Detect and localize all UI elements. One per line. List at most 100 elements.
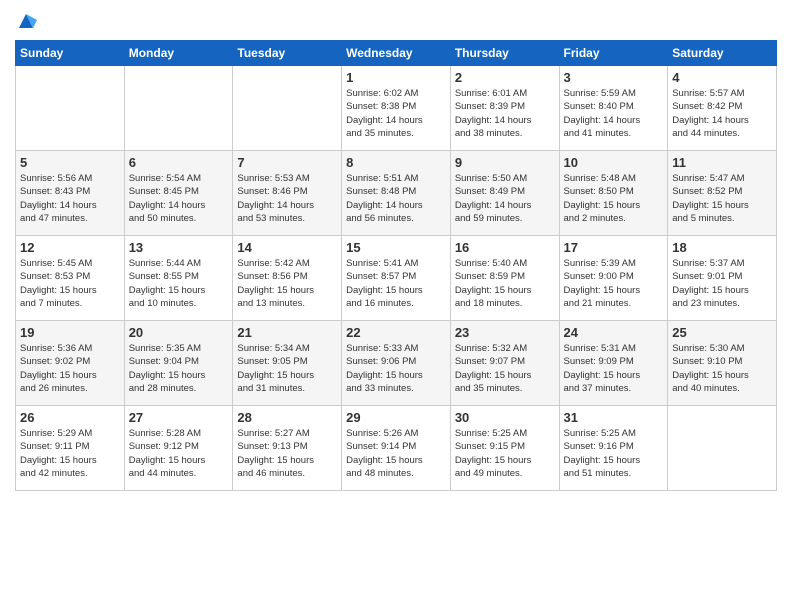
day-info: Sunrise: 5:25 AM Sunset: 9:16 PM Dayligh… [564,427,664,480]
calendar-cell: 9 Sunrise: 5:50 AM Sunset: 8:49 PM Daylig… [450,151,559,236]
calendar-cell: 4 Sunrise: 5:57 AM Sunset: 8:42 PM Daylig… [668,66,777,151]
calendar-cell: 3 Sunrise: 5:59 AM Sunset: 8:40 PM Daylig… [559,66,668,151]
header [15,10,777,32]
day-info: Sunrise: 5:40 AM Sunset: 8:59 PM Dayligh… [455,257,555,310]
calendar-cell: 24Sunrise: 5:31 AM Sunset: 9:09 PM Dayli… [559,321,668,406]
day-info: Sunrise: 5:33 AM Sunset: 9:06 PM Dayligh… [346,342,446,395]
day-info: Sunrise: 5:45 AM Sunset: 8:53 PM Dayligh… [20,257,120,310]
day-number: 14 [237,240,337,255]
day-info: Sunrise: 5:25 AM Sunset: 9:15 PM Dayligh… [455,427,555,480]
day-number: 10 [564,155,664,170]
day-info: Sunrise: 5:35 AM Sunset: 9:04 PM Dayligh… [129,342,229,395]
day-number: 16 [455,240,555,255]
day-info: Sunrise: 5:29 AM Sunset: 9:11 PM Dayligh… [20,427,120,480]
day-info: Sunrise: 5:31 AM Sunset: 9:09 PM Dayligh… [564,342,664,395]
day-header-monday: Monday [124,41,233,66]
day-number: 3 [564,70,664,85]
calendar-cell: 18Sunrise: 5:37 AM Sunset: 9:01 PM Dayli… [668,236,777,321]
calendar-cell: 19Sunrise: 5:36 AM Sunset: 9:02 PM Dayli… [16,321,125,406]
day-number: 23 [455,325,555,340]
day-number: 12 [20,240,120,255]
calendar-cell: 17 Sunrise: 5:39 AM Sunset: 9:00 PM Dayli… [559,236,668,321]
day-header-friday: Friday [559,41,668,66]
calendar-cell: 31 Sunrise: 5:25 AM Sunset: 9:16 PM Dayli… [559,406,668,491]
day-info: Sunrise: 5:56 AM Sunset: 8:43 PM Dayligh… [20,172,120,225]
day-header-sunday: Sunday [16,41,125,66]
calendar-cell: 22 Sunrise: 5:33 AM Sunset: 9:06 PM Dayli… [342,321,451,406]
day-info: Sunrise: 5:27 AM Sunset: 9:13 PM Dayligh… [237,427,337,480]
day-number: 6 [129,155,229,170]
calendar-cell: 1 Sunrise: 6:02 AM Sunset: 8:38 PM Daylig… [342,66,451,151]
calendar-cell: 21 Sunrise: 5:34 AM Sunset: 9:05 PM Dayli… [233,321,342,406]
day-info: Sunrise: 5:50 AM Sunset: 8:49 PM Dayligh… [455,172,555,225]
day-info: Sunrise: 5:34 AM Sunset: 9:05 PM Dayligh… [237,342,337,395]
day-number: 21 [237,325,337,340]
day-number: 13 [129,240,229,255]
day-info: Sunrise: 5:30 AM Sunset: 9:10 PM Dayligh… [672,342,772,395]
day-number: 31 [564,410,664,425]
day-header-wednesday: Wednesday [342,41,451,66]
day-number: 17 [564,240,664,255]
day-info: Sunrise: 5:57 AM Sunset: 8:42 PM Dayligh… [672,87,772,140]
calendar-cell: 20 Sunrise: 5:35 AM Sunset: 9:04 PM Dayli… [124,321,233,406]
day-info: Sunrise: 5:59 AM Sunset: 8:40 PM Dayligh… [564,87,664,140]
day-number: 29 [346,410,446,425]
calendar-cell: 28 Sunrise: 5:27 AM Sunset: 9:13 PM Dayli… [233,406,342,491]
logo-icon [15,10,37,32]
day-number: 30 [455,410,555,425]
calendar-cell [16,66,125,151]
day-number: 28 [237,410,337,425]
day-number: 26 [20,410,120,425]
calendar-cell: 2Sunrise: 6:01 AM Sunset: 8:39 PM Daylig… [450,66,559,151]
day-info: Sunrise: 5:51 AM Sunset: 8:48 PM Dayligh… [346,172,446,225]
calendar-week-row: 5 Sunrise: 5:56 AM Sunset: 8:43 PM Daylig… [16,151,777,236]
logo [15,10,41,32]
day-number: 27 [129,410,229,425]
calendar-cell [668,406,777,491]
day-info: Sunrise: 5:53 AM Sunset: 8:46 PM Dayligh… [237,172,337,225]
calendar-cell: 10 Sunrise: 5:48 AM Sunset: 8:50 PM Dayli… [559,151,668,236]
day-info: Sunrise: 5:39 AM Sunset: 9:00 PM Dayligh… [564,257,664,310]
calendar-cell: 13Sunrise: 5:44 AM Sunset: 8:55 PM Dayli… [124,236,233,321]
day-info: Sunrise: 5:48 AM Sunset: 8:50 PM Dayligh… [564,172,664,225]
calendar-cell: 14 Sunrise: 5:42 AM Sunset: 8:56 PM Dayli… [233,236,342,321]
day-info: Sunrise: 5:42 AM Sunset: 8:56 PM Dayligh… [237,257,337,310]
calendar-cell: 26 Sunrise: 5:29 AM Sunset: 9:11 PM Dayli… [16,406,125,491]
day-info: Sunrise: 6:02 AM Sunset: 8:38 PM Dayligh… [346,87,446,140]
day-number: 5 [20,155,120,170]
calendar-cell: 8Sunrise: 5:51 AM Sunset: 8:48 PM Daylig… [342,151,451,236]
day-number: 1 [346,70,446,85]
calendar-cell: 29 Sunrise: 5:26 AM Sunset: 9:14 PM Dayli… [342,406,451,491]
calendar-cell: 15 Sunrise: 5:41 AM Sunset: 8:57 PM Dayli… [342,236,451,321]
day-info: Sunrise: 5:47 AM Sunset: 8:52 PM Dayligh… [672,172,772,225]
day-number: 22 [346,325,446,340]
day-info: Sunrise: 6:01 AM Sunset: 8:39 PM Dayligh… [455,87,555,140]
calendar-container: SundayMondayTuesdayWednesdayThursdayFrid… [0,0,792,501]
day-header-tuesday: Tuesday [233,41,342,66]
day-header-saturday: Saturday [668,41,777,66]
day-number: 19 [20,325,120,340]
day-info: Sunrise: 5:41 AM Sunset: 8:57 PM Dayligh… [346,257,446,310]
day-number: 7 [237,155,337,170]
day-info: Sunrise: 5:26 AM Sunset: 9:14 PM Dayligh… [346,427,446,480]
calendar-cell: 23 Sunrise: 5:32 AM Sunset: 9:07 PM Dayli… [450,321,559,406]
calendar-cell: 25Sunrise: 5:30 AM Sunset: 9:10 PM Dayli… [668,321,777,406]
day-number: 4 [672,70,772,85]
day-number: 9 [455,155,555,170]
calendar-week-row: 19Sunrise: 5:36 AM Sunset: 9:02 PM Dayli… [16,321,777,406]
calendar-cell: 16 Sunrise: 5:40 AM Sunset: 8:59 PM Dayli… [450,236,559,321]
day-info: Sunrise: 5:32 AM Sunset: 9:07 PM Dayligh… [455,342,555,395]
day-number: 18 [672,240,772,255]
day-number: 11 [672,155,772,170]
calendar-cell [233,66,342,151]
calendar-cell [124,66,233,151]
calendar-cell: 6Sunrise: 5:54 AM Sunset: 8:45 PM Daylig… [124,151,233,236]
calendar-cell: 30 Sunrise: 5:25 AM Sunset: 9:15 PM Dayli… [450,406,559,491]
day-number: 15 [346,240,446,255]
calendar-cell: 12 Sunrise: 5:45 AM Sunset: 8:53 PM Dayli… [16,236,125,321]
calendar-week-row: 26 Sunrise: 5:29 AM Sunset: 9:11 PM Dayli… [16,406,777,491]
calendar-cell: 7 Sunrise: 5:53 AM Sunset: 8:46 PM Daylig… [233,151,342,236]
calendar-week-row: 1 Sunrise: 6:02 AM Sunset: 8:38 PM Daylig… [16,66,777,151]
day-number: 20 [129,325,229,340]
calendar-cell: 27Sunrise: 5:28 AM Sunset: 9:12 PM Dayli… [124,406,233,491]
